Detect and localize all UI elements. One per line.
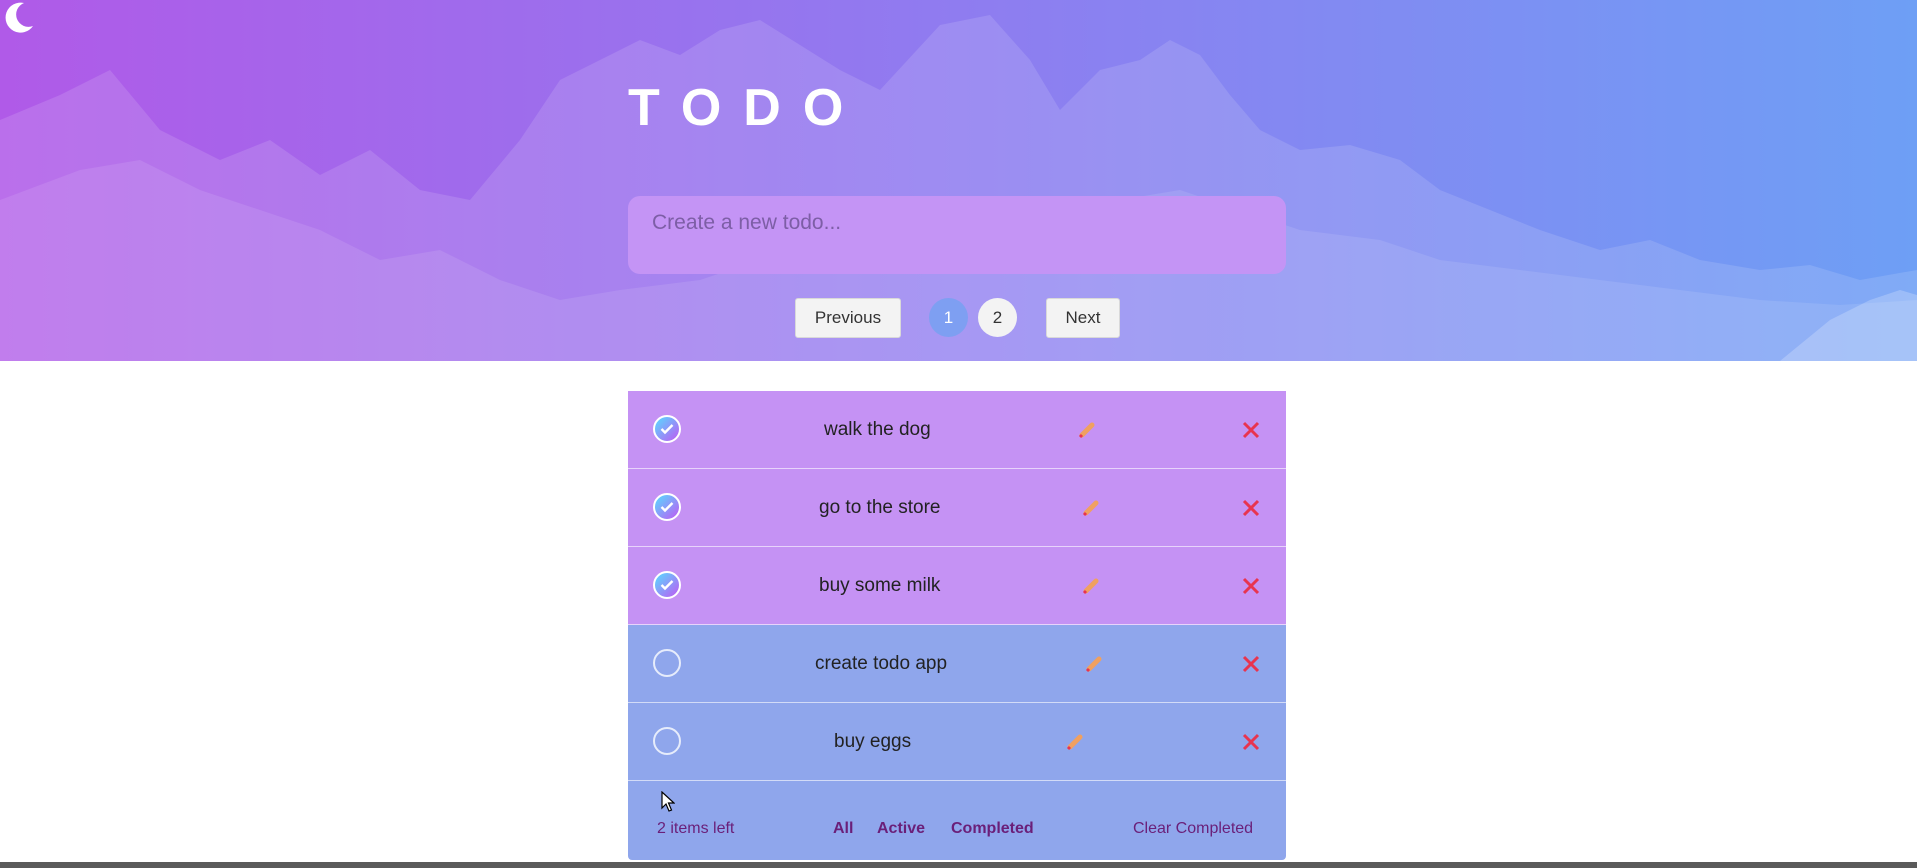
delete-icon[interactable] bbox=[1242, 421, 1260, 439]
next-button[interactable]: Next bbox=[1046, 298, 1120, 338]
mouse-cursor-icon bbox=[661, 791, 675, 812]
todo-checkbox[interactable] bbox=[653, 727, 681, 755]
header-banner: TODO Previous 1 2 Next bbox=[0, 0, 1917, 361]
todo-list: walk the dog go to the store buy some mi… bbox=[628, 391, 1286, 860]
items-left-count: 2 items left bbox=[657, 820, 735, 837]
checkmark-icon bbox=[660, 580, 674, 591]
todo-item: buy some milk bbox=[628, 547, 1286, 625]
new-todo-input[interactable] bbox=[628, 196, 1286, 274]
previous-button[interactable]: Previous bbox=[795, 298, 901, 338]
page-2-button[interactable]: 2 bbox=[978, 298, 1017, 337]
app-title: TODO bbox=[628, 79, 866, 137]
todo-text: create todo app bbox=[815, 652, 948, 674]
todo-text: buy eggs bbox=[834, 730, 912, 752]
window-bottom-border bbox=[0, 862, 1917, 868]
delete-icon[interactable] bbox=[1242, 655, 1260, 673]
pencil-icon[interactable] bbox=[1077, 420, 1097, 440]
todo-checkbox[interactable] bbox=[653, 649, 681, 677]
todo-item: create todo app bbox=[628, 625, 1286, 703]
todo-item: walk the dog bbox=[628, 391, 1286, 469]
page-1-button[interactable]: 1 bbox=[929, 298, 968, 337]
list-footer: 2 items left All Active Completed Clear … bbox=[628, 781, 1286, 860]
pencil-icon[interactable] bbox=[1065, 732, 1085, 752]
todo-item: buy eggs bbox=[628, 703, 1286, 781]
pencil-icon[interactable] bbox=[1081, 576, 1101, 596]
filter-completed[interactable]: Completed bbox=[951, 820, 1034, 838]
todo-checkbox[interactable] bbox=[653, 571, 681, 599]
todo-text: go to the store bbox=[819, 496, 941, 518]
pencil-icon[interactable] bbox=[1081, 498, 1101, 518]
filter-active[interactable]: Active bbox=[877, 820, 925, 838]
delete-icon[interactable] bbox=[1242, 499, 1260, 517]
delete-icon[interactable] bbox=[1242, 733, 1260, 751]
delete-icon[interactable] bbox=[1242, 577, 1260, 595]
checkmark-icon bbox=[660, 502, 674, 513]
todo-checkbox[interactable] bbox=[653, 415, 681, 443]
todo-text: buy some milk bbox=[819, 574, 941, 596]
checkmark-icon bbox=[660, 424, 674, 435]
filter-all[interactable]: All bbox=[833, 820, 853, 838]
clear-completed-button[interactable]: Clear Completed bbox=[1133, 820, 1253, 838]
pencil-icon[interactable] bbox=[1084, 654, 1104, 674]
moon-icon[interactable] bbox=[0, 0, 36, 36]
todo-checkbox[interactable] bbox=[653, 493, 681, 521]
todo-item: go to the store bbox=[628, 469, 1286, 547]
todo-text: walk the dog bbox=[824, 418, 931, 440]
